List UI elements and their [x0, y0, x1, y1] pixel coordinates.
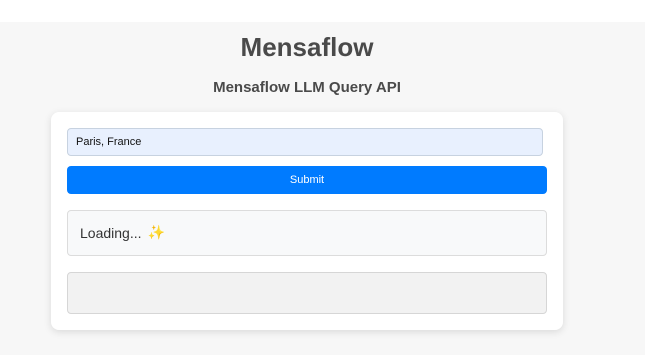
page-body: Mensaflow Mensaflow LLM Query API Submit… [0, 22, 645, 355]
status-box: Loading... ✨ [67, 210, 547, 256]
sparkles-icon: ✨ [147, 225, 165, 241]
page-title: Mensaflow [240, 32, 374, 62]
query-card: Submit Loading... ✨ [51, 112, 563, 330]
top-bar [0, 0, 645, 22]
submit-button[interactable]: Submit [67, 166, 547, 194]
page-subtitle: Mensaflow LLM Query API [213, 79, 401, 96]
status-text: Loading... [80, 225, 142, 241]
query-input[interactable] [67, 128, 543, 156]
response-box [67, 272, 547, 314]
